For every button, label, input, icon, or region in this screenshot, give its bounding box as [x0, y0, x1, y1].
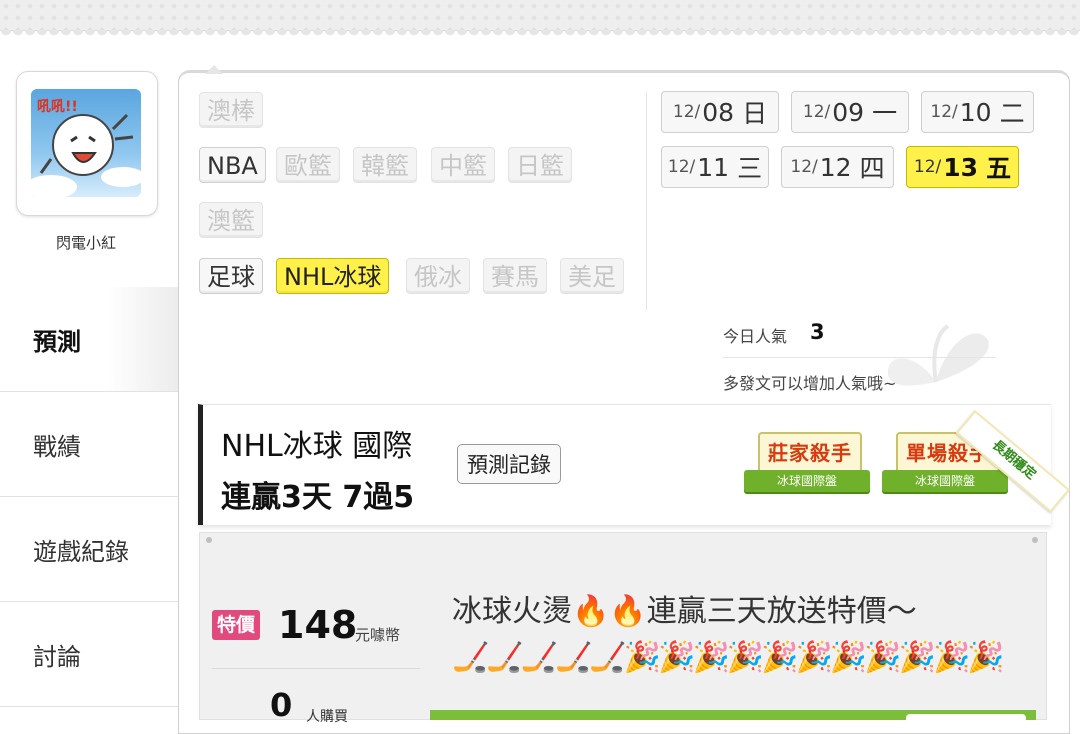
date-button-1213[interactable]: 12/13 五 [906, 146, 1019, 188]
promo-emoji-line: 🏒🏒🏒🏒🏒🎉🎉🎉🎉🎉🎉🎉🎉🎉🎉🎉 [452, 640, 1005, 675]
pin-icon [1032, 537, 1038, 543]
date-month: 12/ [802, 102, 831, 122]
date-button-1209[interactable]: 12/09 一 [791, 91, 909, 133]
sport-chip-nfl[interactable]: 美足 [560, 258, 624, 294]
sport-chip-rus-hockey[interactable]: 俄冰 [406, 258, 470, 294]
date-button-1210[interactable]: 12/10 二 [921, 91, 1034, 133]
record-title: NHL冰球 國際 [221, 429, 413, 464]
avatar-image: 吼吼!! [31, 89, 141, 197]
price-unit: 元噱幣 [355, 626, 401, 644]
date-weekday: 三 [737, 154, 763, 183]
promo-title: 冰球火燙🔥🔥連贏三天放送特價～ [452, 594, 917, 629]
sidebar-item-record[interactable]: 戰績 [0, 392, 178, 497]
buyers-unit: 人購買 [306, 709, 348, 725]
prediction-history-button[interactable]: 預測記錄 [457, 444, 561, 484]
price-value: 148 [278, 603, 358, 647]
date-day: 09 [832, 97, 865, 127]
pin-icon [206, 537, 212, 543]
badge-banker-killer: 莊家殺手 冰球國際盤 [744, 424, 870, 504]
date-month: 12/ [930, 102, 958, 122]
date-weekday: 一 [872, 99, 898, 128]
sport-chip-euro-basket[interactable]: 歐籃 [276, 147, 340, 183]
username: 閃電小紅 [55, 234, 116, 252]
popularity-divider [723, 357, 996, 358]
date-month: 12/ [790, 157, 818, 177]
sidebar-item-label: 遊戲紀錄 [33, 537, 129, 566]
sport-chip-nba[interactable]: NBA [199, 147, 266, 183]
popularity-tip: 多發文可以增加人氣哦~ [723, 374, 897, 393]
sport-chip-chn-basket[interactable]: 中籃 [431, 147, 495, 183]
date-month: 12/ [667, 157, 696, 177]
sport-chip-aus-baseball[interactable]: 澳棒 [199, 92, 263, 128]
date-weekday: 四 [859, 154, 885, 183]
sport-chip-nhl[interactable]: NHL冰球 [276, 258, 390, 294]
special-price-tag: 特價 [212, 610, 261, 640]
sidebar-item-discussion[interactable]: 討論 [0, 602, 178, 707]
sidebar-item-label: 預測 [33, 327, 81, 356]
sidebar-item-game-history[interactable]: 遊戲紀錄 [0, 497, 178, 602]
badge-subtitle: 冰球國際盤 [882, 470, 1008, 492]
sidebar-item-label: 討論 [33, 642, 81, 671]
date-button-1212[interactable]: 12/12 四 [781, 146, 894, 188]
sidebar-nav: 預測 戰績 遊戲紀錄 討論 [0, 287, 178, 707]
date-day: 08 [702, 97, 735, 127]
date-month: 12/ [913, 157, 942, 177]
buy-bar-tab [906, 714, 1026, 720]
sport-chip-kor-basket[interactable]: 韓籃 [353, 147, 417, 183]
sport-chip-horse-racing[interactable]: 賽馬 [483, 258, 547, 294]
sport-chip-soccer[interactable]: 足球 [199, 258, 263, 294]
badge-subtitle: 冰球國際盤 [744, 470, 870, 492]
sidebar-item-label: 戰績 [33, 432, 81, 461]
price-divider [212, 668, 420, 669]
filter-divider [646, 92, 647, 310]
date-button-1208[interactable]: 12/08 日 [661, 91, 779, 133]
sport-chip-aus-basket[interactable]: 澳籃 [199, 202, 263, 238]
buy-bar[interactable] [430, 710, 1036, 720]
date-weekday: 二 [999, 99, 1025, 128]
top-decoration [0, 0, 1080, 36]
date-weekday: 日 [742, 99, 768, 128]
avatar[interactable]: 吼吼!! [16, 71, 158, 216]
panel-notch [205, 65, 223, 74]
sidebar-item-predict[interactable]: 預測 [0, 287, 178, 392]
avatar-caption: 吼吼!! [37, 99, 78, 115]
popularity-label: 今日人氣 [723, 327, 788, 346]
popularity-value: 3 [810, 320, 825, 344]
date-day: 12 [819, 152, 852, 182]
date-button-1211[interactable]: 12/11 三 [661, 146, 769, 188]
date-month: 12/ [672, 102, 701, 122]
date-day: 13 [943, 152, 979, 182]
date-weekday: 五 [986, 154, 1012, 183]
date-day: 11 [697, 152, 730, 182]
sport-chip-jpn-basket[interactable]: 日籃 [508, 147, 572, 183]
buyers-count: 0 [270, 686, 293, 724]
badge-title: 莊家殺手 [758, 432, 862, 474]
date-day: 10 [959, 97, 992, 127]
record-streak: 連贏3天 7過5 [221, 480, 415, 515]
